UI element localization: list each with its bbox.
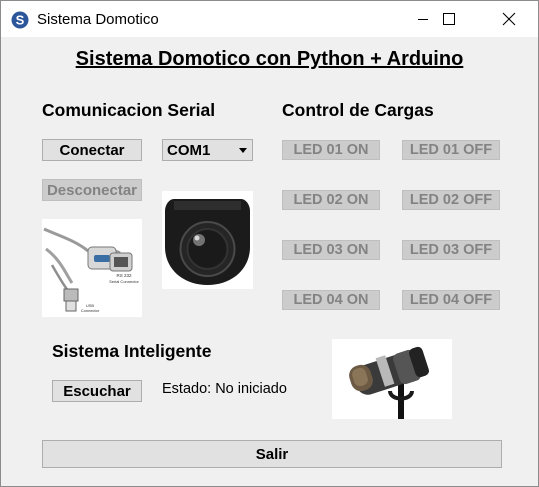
cable-label-connector: Connector	[81, 308, 100, 313]
window-title: Sistema Domotico	[37, 11, 159, 28]
microphone-image	[332, 339, 452, 419]
led-02-on-button[interactable]: LED 02 ON	[282, 190, 380, 210]
camera-icon	[165, 199, 250, 285]
port-select[interactable]: COM1	[162, 139, 253, 161]
led-03-on-button[interactable]: LED 03 ON	[282, 240, 380, 260]
usb-cable-icon: RS 232 Serial Connector USB Connector	[43, 227, 140, 313]
led-04-off-button[interactable]: LED 04 OFF	[402, 290, 500, 310]
close-icon	[502, 12, 516, 26]
app-window: S Sistema Domotico Sistema Domotico con …	[0, 0, 539, 487]
usb-serial-cable-image: RS 232 Serial Connector USB Connector	[42, 219, 142, 317]
led-01-off-button[interactable]: LED 01 OFF	[402, 140, 500, 160]
chevron-down-icon	[239, 148, 247, 153]
led-03-off-button[interactable]: LED 03 OFF	[402, 240, 500, 260]
disconnect-button[interactable]: Desconectar	[42, 179, 142, 201]
maximize-icon	[443, 13, 455, 25]
loads-section-heading: Control de Cargas	[282, 100, 434, 120]
close-button[interactable]	[486, 1, 532, 37]
listen-button[interactable]: Escuchar	[52, 380, 142, 402]
led-04-on-button[interactable]: LED 04 ON	[282, 290, 380, 310]
smart-section-heading: Sistema Inteligente	[52, 341, 212, 361]
maximize-button[interactable]	[426, 1, 472, 37]
port-select-value: COM1	[167, 142, 211, 159]
title-bar[interactable]: S Sistema Domotico	[1, 1, 538, 37]
connect-button[interactable]: Conectar	[42, 139, 142, 161]
led-02-off-button[interactable]: LED 02 OFF	[402, 190, 500, 210]
page-title: Sistema Domotico con Python + Arduino	[75, 48, 464, 70]
dome-camera-image	[162, 191, 253, 289]
microphone-icon	[349, 346, 429, 419]
cable-label-rs232: RS 232	[116, 273, 132, 278]
svg-text:S: S	[16, 13, 25, 28]
status-text: Estado: No iniciado	[162, 381, 287, 397]
serial-section-heading: Comunicacion Serial	[42, 100, 216, 120]
exit-button[interactable]: Salir	[42, 440, 502, 468]
led-01-on-button[interactable]: LED 01 ON	[282, 140, 380, 160]
cable-label-serial: Serial Connector	[109, 279, 139, 284]
app-logo-icon: S	[11, 11, 29, 29]
